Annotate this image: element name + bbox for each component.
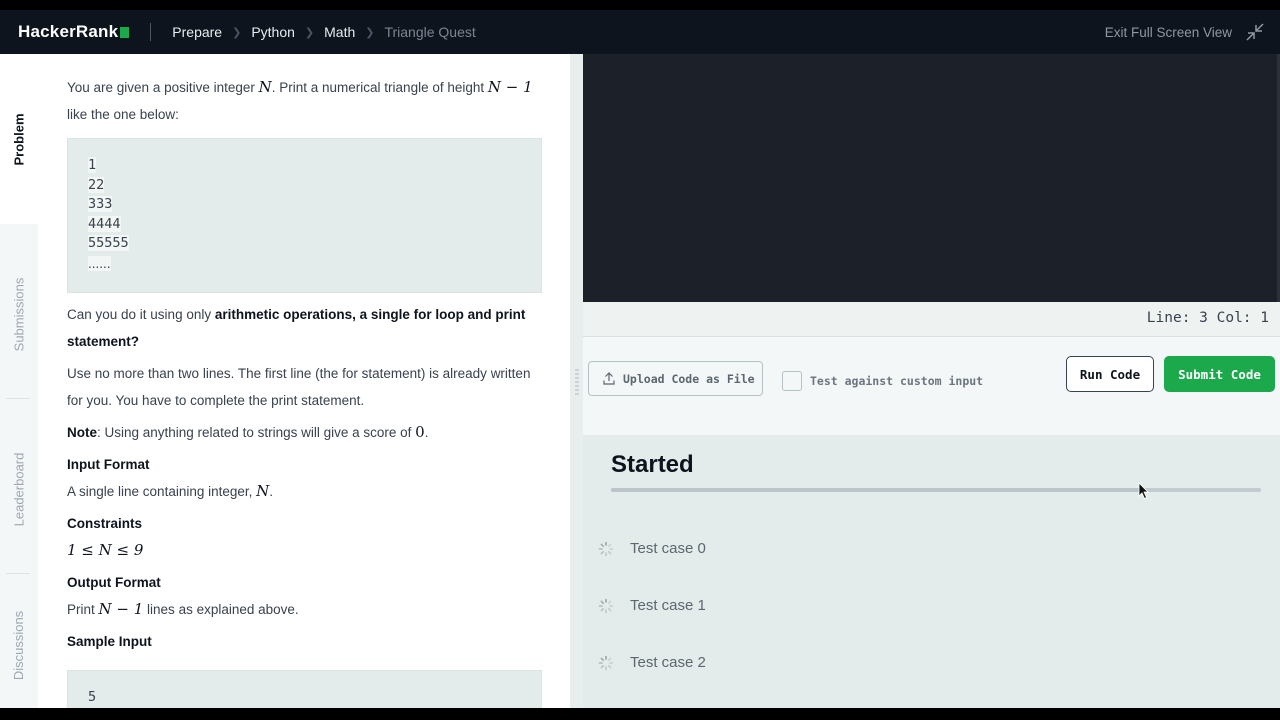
code-line-text: 333 <box>88 196 113 212</box>
question-paragraph: Can you do it using only arithmetic oper… <box>67 301 542 355</box>
constraints-heading: Constraints <box>67 516 143 531</box>
upload-icon <box>603 372 615 385</box>
mouse-pointer-icon <box>1138 482 1149 500</box>
test-results-panel: Started Test case 0 Test case 1 Test cas… <box>583 435 1280 708</box>
code-line-text: 4444 <box>88 215 121 232</box>
code-line: ...... <box>88 254 521 275</box>
logo-text: HackerRank <box>18 22 119 41</box>
constraints-text: 1 ≤ N ≤ 9 <box>67 537 542 564</box>
math-n: N <box>258 78 272 96</box>
loading-spinner-icon <box>598 655 614 670</box>
math-expression: N − 1 <box>487 78 533 96</box>
input-end: . <box>269 484 274 499</box>
problem-statement-panel: You are given a positive integer N. Prin… <box>38 54 570 708</box>
tab-leaderboard[interactable]: Leaderboard <box>0 404 38 574</box>
tab-problem[interactable]: Problem <box>0 54 38 224</box>
test-case-row[interactable]: Test case 1 <box>598 597 706 614</box>
note-label: Note <box>67 425 97 440</box>
intro-text: like the one below: <box>67 107 179 122</box>
submit-code-button[interactable]: Submit Code <box>1164 356 1275 392</box>
editor-cursor-status: Line: 3 Col: 1 <box>583 302 1280 337</box>
run-progress-bar <box>611 488 1261 492</box>
math-zero: 0 <box>415 423 425 441</box>
rules-paragraph: Use no more than two lines. The first li… <box>67 366 531 408</box>
breadcrumb-current-challenge: Triangle Quest <box>384 24 476 40</box>
code-editor[interactable] <box>583 54 1280 302</box>
code-line-text: 55555 <box>88 235 129 251</box>
tab-divider <box>6 573 30 574</box>
top-navigation-bar: HackerRank Prepare ❯ Python ❯ Math ❯ Tri… <box>0 10 1280 54</box>
custom-input-checkbox[interactable] <box>782 371 802 391</box>
sample-input-heading: Sample Input <box>67 634 152 649</box>
test-case-row[interactable]: Test case 0 <box>598 540 706 557</box>
math-constraint: 1 ≤ N ≤ 9 <box>67 541 144 559</box>
code-line: 55555 <box>88 234 521 254</box>
tab-submissions[interactable]: Submissions <box>0 234 38 394</box>
loading-spinner-icon <box>598 541 614 556</box>
code-line-text: 1 <box>88 157 97 173</box>
code-line: 333 <box>88 195 521 215</box>
input-text: A single line containing integer, <box>67 484 257 499</box>
tab-submissions-label: Submissions <box>11 277 27 351</box>
test-case-label: Test case 0 <box>630 540 706 557</box>
input-format-text: A single line containing integer, N. <box>67 478 542 505</box>
intro-text: . Print a numerical triangle of height <box>271 80 488 95</box>
exit-full-screen-link[interactable]: Exit Full Screen View <box>1105 10 1232 54</box>
output-format-heading: Output Format <box>67 575 161 590</box>
hackerrank-logo[interactable]: HackerRank <box>18 22 130 42</box>
run-status-title: Started <box>611 451 694 478</box>
run-progress-fill <box>611 488 1144 492</box>
chevron-right-icon: ❯ <box>304 26 315 39</box>
code-line: 5 <box>88 689 97 705</box>
loading-spinner-icon <box>598 598 614 613</box>
output-text: lines as explained above. <box>143 602 299 617</box>
output-text: Print <box>67 602 99 617</box>
tab-discussions-label: Discussions <box>11 610 27 680</box>
code-line: 22 <box>88 176 521 196</box>
output-format-text: Print N − 1 lines as explained above. <box>67 596 542 623</box>
tab-leaderboard-label: Leaderboard <box>11 452 27 526</box>
breadcrumb-python[interactable]: Python <box>251 24 295 40</box>
breadcrumb: Prepare ❯ Python ❯ Math ❯ Triangle Quest <box>172 24 476 40</box>
upload-code-button[interactable]: Upload Code as File <box>588 361 763 396</box>
custom-input-label[interactable]: Test against custom input <box>810 371 983 391</box>
header-divider <box>150 23 152 41</box>
app-frame: HackerRank Prepare ❯ Python ❯ Math ❯ Tri… <box>0 10 1280 708</box>
upload-code-label: Upload Code as File <box>623 371 755 386</box>
note-end: . <box>424 425 429 440</box>
drag-handle-icon[interactable] <box>575 367 579 397</box>
compress-icon[interactable] <box>1246 23 1264 41</box>
run-code-button[interactable]: Run Code <box>1066 356 1154 392</box>
chevron-right-icon: ❯ <box>232 26 242 39</box>
vertical-tab-bar: Problem Submissions Leaderboard Discussi… <box>0 54 38 708</box>
tab-discussions[interactable]: Discussions <box>0 582 38 708</box>
code-line: 1 <box>88 156 521 176</box>
intro-paragraph: You are given a positive integer N. Prin… <box>67 74 542 128</box>
input-format-heading: Input Format <box>67 457 150 472</box>
math-expression: N − 1 <box>98 600 144 618</box>
code-line-text: ...... <box>88 255 111 271</box>
example-triangle-code-block: 1 22 333 4444 55555 ...... <box>67 138 542 293</box>
test-case-label: Test case 2 <box>630 654 706 671</box>
note-paragraph: Note: Using anything related to strings … <box>67 419 542 446</box>
tab-divider <box>6 398 30 399</box>
breadcrumb-math[interactable]: Math <box>324 24 355 40</box>
question-text: Can you do it using only <box>67 307 215 322</box>
test-case-label: Test case 1 <box>630 597 706 614</box>
note-text: : Using anything related to strings will… <box>97 425 416 440</box>
chevron-right-icon: ❯ <box>365 26 375 39</box>
code-line-text: 22 <box>88 176 105 193</box>
math-n: N <box>256 482 270 500</box>
tab-problem-label: Problem <box>11 112 27 166</box>
logo-square-icon <box>120 27 130 38</box>
breadcrumb-prepare[interactable]: Prepare <box>172 24 222 40</box>
code-line: 4444 <box>88 215 521 235</box>
test-case-row[interactable]: Test case 2 <box>598 654 706 671</box>
sample-input-code-block: 5 <box>67 670 542 708</box>
intro-text: You are given a positive integer <box>67 80 259 95</box>
